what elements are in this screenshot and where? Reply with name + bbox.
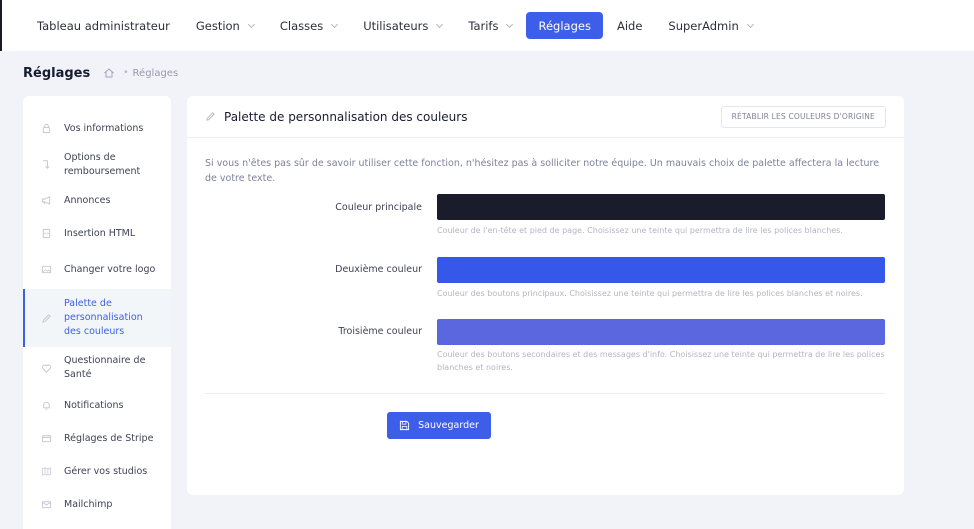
nav-gestion[interactable]: Gestion — [184, 12, 266, 39]
heart-icon — [41, 364, 52, 373]
settings-sidebar: Vos informations Options de remboursemen… — [23, 96, 171, 529]
divider — [205, 393, 885, 394]
color-palette-card: Palette de personnalisation des couleurs… — [187, 96, 904, 495]
pencil-icon — [42, 313, 51, 323]
chevron-down-icon — [247, 20, 255, 28]
breadcrumb[interactable]: Réglages — [133, 68, 179, 79]
credit-card-icon — [41, 435, 52, 443]
intro-text: Si vous n'êtes pas sûr de savoir utilise… — [205, 158, 880, 184]
floppy-disk-icon — [400, 420, 410, 431]
third-color-hint: Couleur des boutons secondaires et des m… — [437, 350, 885, 372]
nav-label: Classes — [279, 18, 324, 33]
sidebar-item-notifications[interactable]: Notifications — [23, 389, 171, 422]
nav-utilisateurs[interactable]: Utilisateurs — [351, 12, 454, 39]
sidebar-item-label: Changer votre logo — [64, 263, 156, 275]
card-header: Palette de personnalisation des couleurs… — [187, 96, 904, 138]
primary-color-label: Couleur principale — [335, 202, 422, 213]
home-icon[interactable] — [103, 67, 115, 79]
sidebar-item-options-remboursement[interactable]: Options de remboursement — [23, 145, 171, 184]
subheader: Réglages • Réglages — [23, 63, 178, 83]
nav-label: SuperAdmin — [668, 18, 739, 33]
file-code-icon — [42, 228, 51, 239]
nav-tableau-administrateur[interactable]: Tableau administrateur — [25, 12, 182, 39]
sidebar-item-label: Vos informations — [64, 122, 144, 134]
lock-icon — [42, 123, 51, 134]
breadcrumb-separator: • — [123, 68, 129, 78]
sidebar-item-label: Palette de personnalisation des couleurs — [64, 298, 143, 337]
sidebar-item-reglages-stripe[interactable]: Réglages de Stripe — [23, 422, 171, 455]
primary-color-picker[interactable] — [437, 194, 885, 220]
chevron-down-icon — [746, 20, 754, 28]
sidebar-item-label: Réglages de Stripe — [64, 432, 154, 444]
page-title: Réglages — [23, 65, 91, 81]
sidebar-item-label: Annonces — [64, 194, 111, 206]
sidebar-item-label: Mailchimp — [64, 498, 113, 510]
sidebar-item-insertion-html[interactable]: Insertion HTML — [23, 217, 171, 250]
sidebar-item-questionnaire-sante[interactable]: Questionnaire de Santé — [23, 347, 171, 389]
nav-label: Tableau administrateur — [37, 18, 170, 33]
pencil-icon — [206, 112, 215, 121]
third-color-picker[interactable] — [437, 319, 885, 345]
sidebar-item-label: Insertion HTML — [64, 227, 136, 239]
nav-classes[interactable]: Classes — [268, 12, 349, 39]
nav-label: Aide — [616, 18, 643, 33]
megaphone-icon — [41, 196, 51, 205]
nav-label: Gestion — [195, 18, 240, 33]
sidebar-item-gerer-studios[interactable]: Gérer vos studios — [23, 455, 171, 488]
sidebar-item-vos-informations[interactable]: Vos informations — [23, 112, 171, 145]
nav-label: Réglages — [538, 18, 591, 33]
sidebar-item-annonces[interactable]: Annonces — [23, 184, 171, 217]
nav-tarifs[interactable]: Tarifs — [456, 12, 524, 39]
second-color-hint: Couleur des boutons principaux. Choisiss… — [437, 289, 863, 298]
nav-superadmin[interactable]: SuperAdmin — [656, 12, 764, 39]
second-color-label: Deuxième couleur — [335, 264, 422, 275]
primary-color-hint: Couleur de l'en-tête et pied de page. Ch… — [437, 226, 843, 235]
sidebar-item-label: Options de remboursement — [64, 151, 141, 177]
sidebar-item-mailchimp[interactable]: Mailchimp — [23, 488, 171, 521]
nav-label: Utilisateurs — [363, 18, 429, 33]
bell-icon — [43, 401, 50, 410]
top-navbar: Tableau administrateur Gestion Classes U… — [0, 0, 974, 51]
sidebar-item-changer-logo[interactable]: Changer votre logo — [23, 250, 171, 289]
sidebar-item-label: Questionnaire de Santé — [64, 355, 146, 380]
chevron-down-icon — [331, 20, 339, 28]
second-color-picker[interactable] — [437, 257, 885, 283]
image-icon — [41, 265, 52, 274]
sidebar-item-label: Notifications — [64, 399, 124, 411]
save-button-label: Sauvegarder — [418, 420, 479, 431]
sidebar-item-palette-couleurs[interactable]: Palette de personnalisation des couleurs — [23, 289, 171, 347]
chevron-down-icon — [506, 20, 514, 28]
sidebar-item-label: Gérer vos studios — [64, 465, 148, 477]
save-button[interactable]: Sauvegarder — [387, 412, 491, 439]
nav-label: Tarifs — [468, 18, 499, 33]
nav-aide[interactable]: Aide — [605, 12, 654, 39]
mail-icon — [41, 501, 52, 509]
chevron-down-icon — [436, 20, 444, 28]
map-icon — [42, 467, 51, 476]
reset-colors-button[interactable]: RÉTABLIR LES COULEURS D'ORIGINE — [720, 105, 886, 128]
nav-reglages[interactable]: Réglages — [526, 12, 603, 39]
card-title: Palette de personnalisation des couleurs — [224, 109, 468, 124]
third-color-label: Troisième couleur — [338, 326, 422, 337]
return-arrow-icon — [42, 160, 50, 169]
